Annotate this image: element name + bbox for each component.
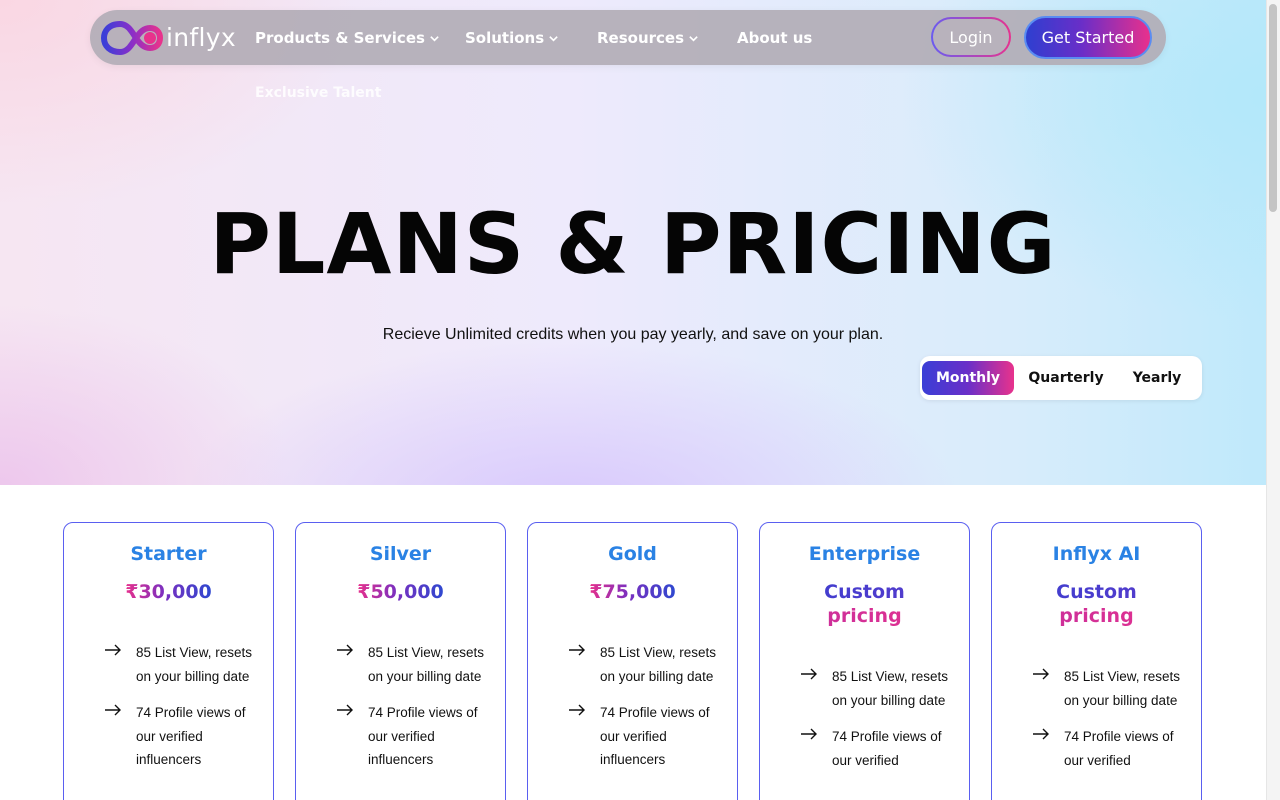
plan-price-line1: Custom: [760, 581, 969, 603]
billing-option-yearly[interactable]: Yearly: [1116, 361, 1198, 395]
submenu-item-exclusive-talent[interactable]: Exclusive Talent: [255, 85, 381, 101]
feature-text: 85 List View, resets on your billing dat…: [600, 645, 717, 684]
page-scrollbar[interactable]: [1266, 0, 1280, 800]
plan-card-inflyx-ai: Inflyx AI Custom pricing 85 List View, r…: [991, 522, 1202, 800]
arrow-right-icon: [1033, 668, 1049, 680]
brand-logo[interactable]: inflyx: [100, 18, 236, 58]
plan-price-line2: pricing: [992, 605, 1201, 627]
feature-item: 85 List View, resets on your billing dat…: [800, 665, 950, 712]
plan-name: Starter: [130, 543, 207, 565]
feature-item: 85 List View, resets on your billing dat…: [1032, 665, 1182, 712]
nav-about-us[interactable]: About us: [737, 29, 812, 47]
nav-label: Solutions: [465, 29, 545, 47]
feature-text: 74 Profile views of our verified influen…: [600, 705, 710, 767]
feature-item: 74 Profile views of our verified: [1032, 725, 1182, 772]
feature-list: 85 List View, resets on your billing dat…: [568, 641, 718, 785]
arrow-right-icon: [569, 644, 585, 656]
chevron-down-icon: [689, 35, 698, 42]
feature-text: 74 Profile views of our verified: [832, 729, 942, 768]
feature-item: 85 List View, resets on your billing dat…: [104, 641, 254, 688]
nav-label: Resources: [597, 29, 685, 47]
feature-text: 74 Profile views of our verified: [1064, 729, 1174, 768]
plan-name: Silver: [369, 543, 432, 565]
feature-item: 74 Profile views of our verified influen…: [568, 701, 718, 772]
feature-item: 74 Profile views of our verified influen…: [104, 701, 254, 772]
page-subtitle: Recieve Unlimited credits when you pay y…: [382, 326, 884, 343]
plan-price: ₹75,000: [589, 581, 676, 603]
nav-resources[interactable]: Resources: [597, 29, 699, 47]
infinity-logo-icon: [100, 20, 164, 56]
chevron-down-icon: [549, 35, 558, 42]
feature-list: 85 List View, resets on your billing dat…: [104, 641, 254, 785]
feature-list: 85 List View, resets on your billing dat…: [1032, 665, 1182, 785]
plan-price: ₹30,000: [125, 581, 212, 603]
arrow-right-icon: [801, 728, 817, 740]
arrow-right-icon: [105, 644, 121, 656]
plan-card-gold: Gold ₹75,000 85 List View, resets on you…: [527, 522, 738, 800]
billing-option-quarterly[interactable]: Quarterly: [1018, 361, 1114, 395]
arrow-right-icon: [1033, 728, 1049, 740]
feature-list: 85 List View, resets on your billing dat…: [336, 641, 486, 785]
nav-solutions[interactable]: Solutions: [465, 29, 559, 47]
feature-text: 85 List View, resets on your billing dat…: [136, 645, 253, 684]
nav-label: Products & Services: [255, 29, 425, 47]
plan-name: Enterprise: [808, 543, 921, 565]
arrow-right-icon: [337, 644, 353, 656]
plan-card-starter: Starter ₹30,000 85 List View, resets on …: [63, 522, 274, 800]
feature-text: 85 List View, resets on your billing dat…: [832, 669, 949, 708]
scrollbar-thumb[interactable]: [1269, 4, 1277, 212]
feature-text: 74 Profile views of our verified influen…: [368, 705, 478, 767]
billing-option-monthly[interactable]: Monthly: [922, 361, 1014, 395]
plan-price: ₹50,000: [357, 581, 444, 603]
plan-name: Inflyx AI: [1052, 543, 1141, 565]
feature-list: 85 List View, resets on your billing dat…: [800, 665, 950, 785]
feature-item: 85 List View, resets on your billing dat…: [336, 641, 486, 688]
get-started-button[interactable]: Get Started: [1024, 16, 1152, 59]
plan-card-silver: Silver ₹50,000 85 List View, resets on y…: [295, 522, 506, 800]
feature-text: 85 List View, resets on your billing dat…: [1064, 669, 1181, 708]
login-button[interactable]: Login: [931, 17, 1011, 57]
plan-price-line1: Custom: [992, 581, 1201, 603]
feature-text: 74 Profile views of our verified influen…: [136, 705, 246, 767]
feature-item: 74 Profile views of our verified influen…: [336, 701, 486, 772]
arrow-right-icon: [105, 704, 121, 716]
brand-name: inflyx: [166, 22, 236, 52]
top-navbar: inflyx Products & Services Solutions Res…: [90, 10, 1166, 65]
arrow-right-icon: [569, 704, 585, 716]
plan-name: Gold: [608, 543, 657, 565]
chevron-down-icon: [430, 35, 439, 42]
nav-label: About us: [737, 29, 813, 47]
feature-item: 85 List View, resets on your billing dat…: [568, 641, 718, 688]
plan-price-line2: pricing: [760, 605, 969, 627]
feature-text: 85 List View, resets on your billing dat…: [368, 645, 485, 684]
billing-period-toggle: Monthly Quarterly Yearly: [920, 356, 1202, 400]
feature-item: 74 Profile views of our verified: [800, 725, 950, 772]
nav-products-services[interactable]: Products & Services: [255, 29, 440, 47]
plan-card-enterprise: Enterprise Custom pricing 85 List View, …: [759, 522, 970, 800]
page-title: PLANS & PRICING: [209, 195, 1057, 293]
arrow-right-icon: [801, 668, 817, 680]
arrow-right-icon: [337, 704, 353, 716]
